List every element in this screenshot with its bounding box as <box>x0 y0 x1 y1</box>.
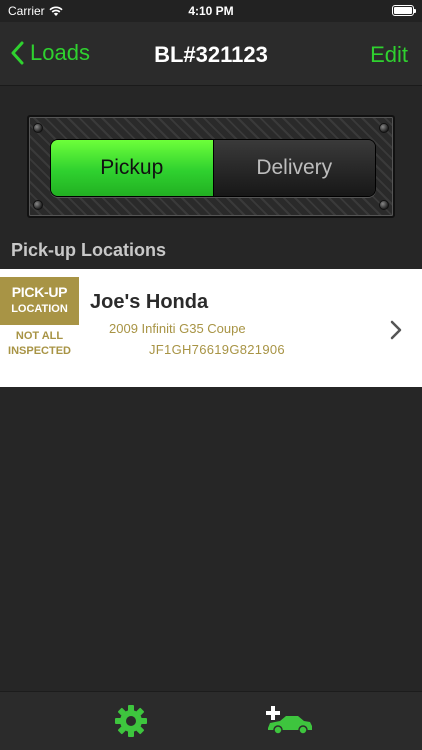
pickup-tab[interactable]: Pickup <box>51 140 213 196</box>
inspection-status-line1: NOT ALL <box>15 330 64 342</box>
location-name: Joe's Honda <box>90 291 209 313</box>
add-car-icon[interactable] <box>266 704 314 738</box>
location-row[interactable]: PICK-UP LOCATION NOT ALL INSPECTED Joe's… <box>0 269 422 387</box>
pickup-location-badge: PICK-UP LOCATION <box>0 277 79 325</box>
screw-icon <box>33 123 43 133</box>
navigation-bar: Loads BL#321123 Edit <box>0 22 422 86</box>
section-title: Pick-up Locations <box>11 240 167 260</box>
chevron-right-icon <box>390 320 402 340</box>
gear-icon[interactable] <box>114 704 148 738</box>
segment-panel: Pickup Delivery <box>27 115 395 218</box>
screw-icon <box>379 200 389 210</box>
inspection-status-line2: INSPECTED <box>8 345 71 357</box>
status-time: 4:10 PM <box>188 4 234 18</box>
battery-icon <box>392 5 416 16</box>
screw-icon <box>33 200 43 210</box>
back-button-label: Loads <box>30 40 90 65</box>
status-bar: Carrier 4:10 PM <box>0 0 422 22</box>
edit-button[interactable]: Edit <box>370 42 408 68</box>
vehicle-vin: JF1GH76619G821906 <box>149 342 285 357</box>
chevron-left-icon <box>11 41 24 65</box>
inspection-status: NOT ALL INSPECTED <box>0 329 79 359</box>
badge-line2: LOCATION <box>11 303 68 315</box>
badge-line1: PICK-UP <box>11 284 68 300</box>
back-button[interactable]: Loads <box>10 40 90 66</box>
pickup-delivery-segmented-control: Pickup Delivery <box>50 139 376 197</box>
delivery-tab[interactable]: Delivery <box>212 140 375 196</box>
screw-icon <box>379 123 389 133</box>
vehicle-description: 2009 Infiniti G35 Coupe <box>109 321 246 336</box>
tab-bar <box>0 691 422 750</box>
